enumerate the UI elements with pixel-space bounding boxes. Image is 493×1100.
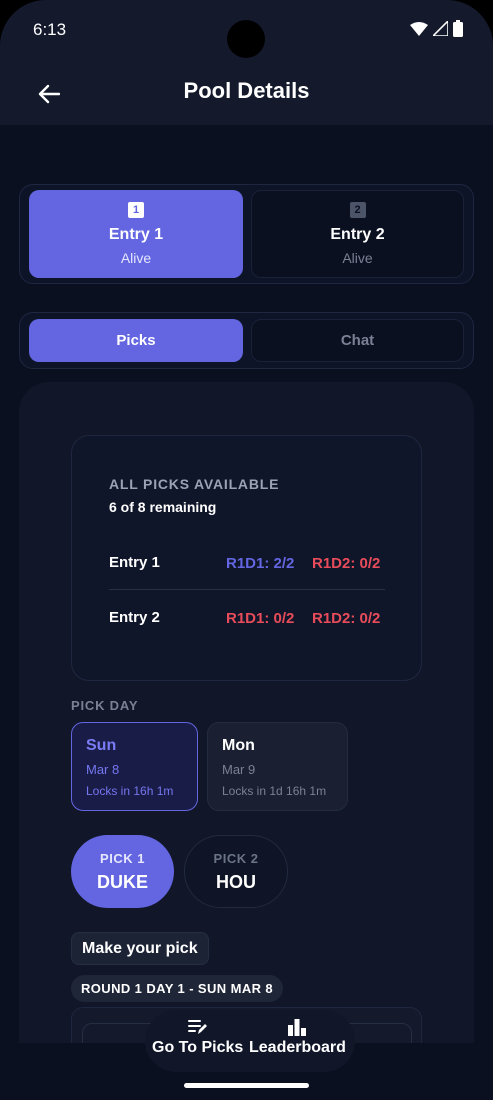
summary-row-r1d1: R1D1: 2/2 xyxy=(226,555,295,572)
entry-2-tab[interactable]: 2 Entry 2 Alive xyxy=(251,190,464,278)
bottom-nav: Go To Picks Leaderboard xyxy=(145,1010,355,1072)
summary-row: Entry 2 R1D1: 0/2 R1D2: 0/2 xyxy=(109,609,385,629)
summary-row: Entry 1 R1D1: 2/2 R1D2: 0/2 xyxy=(109,554,385,574)
day-lock-time: Locks in 16h 1m xyxy=(86,784,174,798)
signal-icon xyxy=(433,21,448,36)
entry-1-badge: 1 xyxy=(128,202,144,218)
day-card-mon[interactable]: Mon Mar 9 Locks in 1d 16h 1m xyxy=(207,722,348,811)
day-card-sun[interactable]: Sun Mar 8 Locks in 16h 1m xyxy=(71,722,198,811)
day-name: Mon xyxy=(222,737,255,754)
edit-list-icon xyxy=(187,1020,207,1034)
tab-picks-label: Picks xyxy=(116,332,156,349)
summary-subtitle: 6 of 8 remaining xyxy=(109,499,217,515)
pick-1-button[interactable]: PICK 1 DUKE xyxy=(71,835,174,908)
wifi-icon xyxy=(410,21,428,36)
entry-1-tab[interactable]: 1 Entry 1 Alive xyxy=(29,190,243,278)
tab-chat[interactable]: Chat xyxy=(251,319,464,362)
pick-2-button[interactable]: PICK 2 HOU xyxy=(184,835,288,908)
picks-summary-card: ALL PICKS AVAILABLE 6 of 8 remaining Ent… xyxy=(71,435,422,681)
pick-day-label: PICK DAY xyxy=(71,698,139,713)
make-your-pick-label: Make your pick xyxy=(71,932,209,965)
content-tabs: Picks Chat xyxy=(19,312,474,369)
status-time: 6:13 xyxy=(33,20,67,39)
day-date: Mar 9 xyxy=(222,762,256,777)
summary-row-r1d2: R1D2: 0/2 xyxy=(312,610,381,627)
battery-icon xyxy=(453,20,463,37)
day-name: Sun xyxy=(86,737,117,754)
entry-2-status: Alive xyxy=(342,250,373,266)
entry-selector: 1 Entry 1 Alive 2 Entry 2 Alive xyxy=(19,184,474,284)
go-to-picks-button[interactable]: Go To Picks xyxy=(152,1018,243,1057)
tab-picks[interactable]: Picks xyxy=(29,319,243,362)
pick-number: PICK 1 xyxy=(100,850,145,866)
camera-cutout xyxy=(227,20,265,58)
summary-row-entry: Entry 2 xyxy=(109,609,160,626)
summary-row-entry: Entry 1 xyxy=(109,554,160,571)
phone-screen: 6:13 Pool Details 1 Entry 1 Alive 2 Entr… xyxy=(0,0,493,1100)
bar-chart-icon xyxy=(288,1019,307,1036)
status-bar: 6:13 xyxy=(0,0,493,60)
row-divider xyxy=(109,589,385,590)
leaderboard-button[interactable]: Leaderboard xyxy=(249,1018,346,1057)
summary-title: ALL PICKS AVAILABLE xyxy=(109,476,280,492)
tab-chat-label: Chat xyxy=(340,332,375,349)
entry-1-name: Entry 1 xyxy=(108,226,164,243)
summary-row-r1d1: R1D1: 0/2 xyxy=(226,610,295,627)
home-indicator xyxy=(184,1083,309,1088)
entry-2-name: Entry 2 xyxy=(330,226,385,243)
day-lock-time: Locks in 1d 16h 1m xyxy=(222,784,327,798)
entry-2-badge: 2 xyxy=(349,202,366,218)
picks-panel: ALL PICKS AVAILABLE 6 of 8 remaining Ent… xyxy=(19,382,474,1100)
pick-team: DUKE xyxy=(96,871,148,892)
summary-row-r1d2: R1D2: 0/2 xyxy=(312,555,381,572)
day-date: Mar 8 xyxy=(86,762,120,777)
page-title: Pool Details xyxy=(183,78,310,103)
entry-1-status: Alive xyxy=(120,250,152,266)
status-icons xyxy=(410,20,463,37)
round-label: ROUND 1 DAY 1 - SUN MAR 8 xyxy=(71,975,284,1002)
leaderboard-label: Leaderboard xyxy=(249,1039,346,1056)
app-bar: Pool Details xyxy=(0,60,493,125)
pick-team: HOU xyxy=(216,871,256,892)
pick-number: PICK 2 xyxy=(213,850,259,866)
go-to-picks-label: Go To Picks xyxy=(152,1039,244,1056)
